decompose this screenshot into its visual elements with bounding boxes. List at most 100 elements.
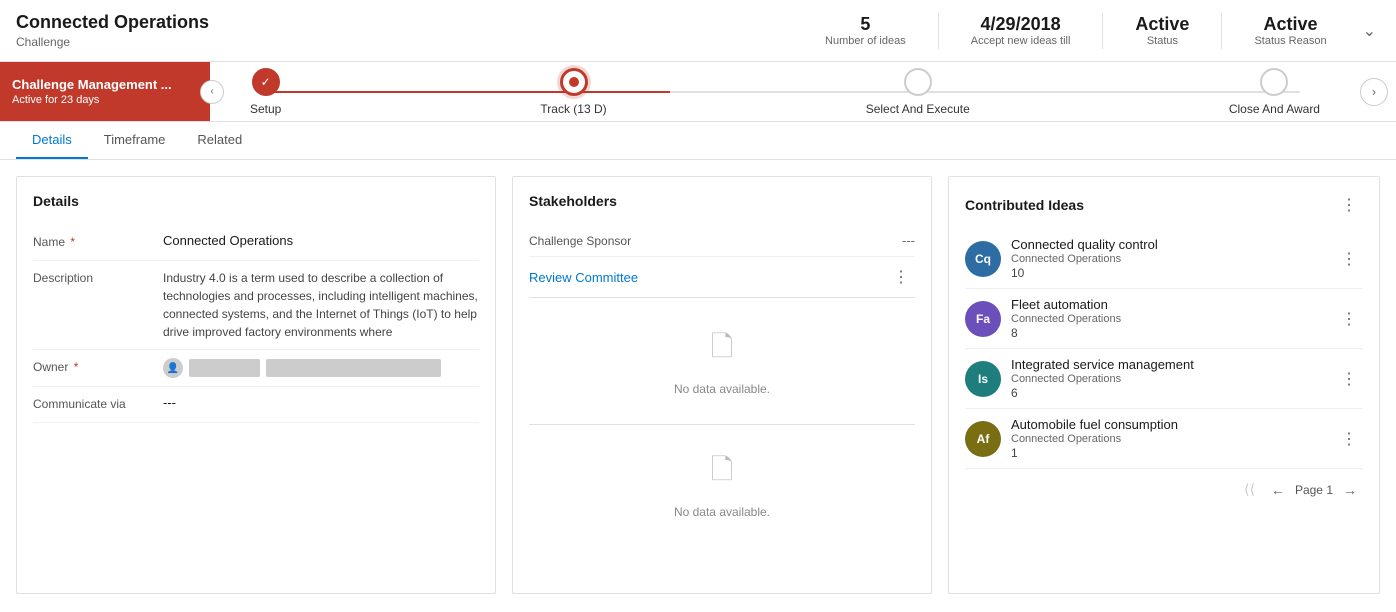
stat-date: 4/29/2018 Accept new ideas till [971,14,1071,47]
main-content: Details Name * Connected Operations Desc… [0,160,1396,610]
owner-row: 👤 FirstName LastName [163,358,479,378]
step-track-circle [560,68,588,96]
tab-details[interactable]: Details [16,122,88,159]
idea-avatar-af: Af [965,421,1001,457]
idea-row-fa: Fa Fleet automation Connected Operations… [965,289,1363,349]
tab-timeframe[interactable]: Timeframe [88,122,182,159]
progress-section: Challenge Management ... Active for 23 d… [0,62,1396,122]
review-committee-more-button[interactable]: ⋮ [887,265,915,289]
sponsor-label: Challenge Sponsor [529,234,631,248]
idea-cq-more-button[interactable]: ⋮ [1335,247,1363,271]
no-data-doc-icon-2: 🗋 [711,449,734,497]
idea-info-cq: Connected quality control Connected Oper… [1011,237,1325,280]
details-panel-title: Details [33,193,479,209]
divider-1 [938,13,939,49]
name-field-row: Name * Connected Operations [33,225,479,261]
review-committee-header: Review Committee ⋮ [529,257,915,298]
description-value: Industry 4.0 is a term used to describe … [163,269,479,341]
date-label: Accept new ideas till [971,35,1071,47]
pagination-page-label: Page 1 [1295,483,1333,497]
idea-title-is: Integrated service management [1011,357,1325,372]
header-stats: 5 Number of ideas 4/29/2018 Accept new i… [825,13,1380,49]
owner-field-row: Owner * 👤 FirstName LastName [33,350,479,387]
communicate-value: --- [163,395,479,410]
ideas-panel-title: Contributed Ideas [965,197,1084,213]
header: Connected Operations Challenge 5 Number … [0,0,1396,62]
idea-row-af: Af Automobile fuel consumption Connected… [965,409,1363,469]
pagination-first-button[interactable]: ⟨⟨ [1238,477,1261,502]
stakeholders-no-data-2: 🗋 No data available. [529,429,915,539]
idea-af-more-button[interactable]: ⋮ [1335,427,1363,451]
step-close-circle [1260,68,1288,96]
review-committee-label: Review Committee [529,270,638,285]
idea-row-is: Is Integrated service management Connect… [965,349,1363,409]
details-panel: Details Name * Connected Operations Desc… [16,176,496,594]
step-setup-circle: ✓ [252,68,280,96]
app-subtitle: Challenge [16,35,825,49]
idea-avatar-fa: Fa [965,301,1001,337]
sponsor-row: Challenge Sponsor --- [529,225,915,257]
idea-title-cq: Connected quality control [1011,237,1325,252]
idea-is-more-button[interactable]: ⋮ [1335,367,1363,391]
stat-status-reason: Active Status Reason [1254,14,1326,47]
step-close-label: Close And Award [1229,102,1320,116]
idea-count-is: 6 [1011,386,1325,400]
owner-label: Owner * [33,358,163,374]
date-value: 4/29/2018 [971,14,1071,35]
banner-next-button[interactable]: › [1360,78,1388,106]
stat-status: Active Status [1135,14,1189,47]
name-required-star: * [70,235,75,249]
step-close[interactable]: Close And Award [1229,68,1320,116]
sponsor-value: --- [902,233,915,248]
idea-info-af: Automobile fuel consumption Connected Op… [1011,417,1325,460]
step-track[interactable]: Track (13 D) [540,68,606,116]
description-field-row: Description Industry 4.0 is a term used … [33,261,479,350]
step-select-label: Select And Execute [866,102,970,116]
divider-3 [1221,13,1222,49]
owner-value: 👤 FirstName LastName [163,358,479,378]
status-reason-label: Status Reason [1254,35,1326,47]
idea-count-cq: 10 [1011,266,1325,280]
owner-name-blurred: FirstName [189,359,260,377]
idea-subtitle-af: Connected Operations [1011,433,1325,445]
communicate-field-row: Communicate via --- [33,387,479,423]
status-label: Status [1135,35,1189,47]
idea-info-fa: Fleet automation Connected Operations 8 [1011,297,1325,340]
step-select[interactable]: Select And Execute [866,68,970,116]
pagination-prev-button[interactable]: ← [1265,478,1291,502]
stakeholders-panel: Stakeholders Challenge Sponsor --- Revie… [512,176,932,594]
idea-subtitle-fa: Connected Operations [1011,313,1325,325]
pagination: ⟨⟨ ← Page 1 → [965,469,1363,502]
description-label: Description [33,269,163,285]
owner-lastname-blurred: LastName [266,359,441,377]
ideas-panel-more-button[interactable]: ⋮ [1335,193,1363,217]
app-title: Connected Operations [16,12,825,33]
step-setup[interactable]: ✓ Setup [250,68,281,116]
no-data-label: No data available. [674,382,770,396]
idea-title-fa: Fleet automation [1011,297,1325,312]
stakeholders-panel-title: Stakeholders [529,193,915,209]
idea-title-af: Automobile fuel consumption [1011,417,1325,432]
idea-subtitle-is: Connected Operations [1011,373,1325,385]
owner-required-star: * [74,360,79,374]
name-value: Connected Operations [163,233,479,248]
status-value: Active [1135,14,1189,35]
steps-container: ✓ Setup Track (13 D) Select And Execute … [210,62,1360,121]
ideas-value: 5 [825,14,906,35]
banner-prev-button[interactable]: ‹ [200,80,224,104]
step-setup-label: Setup [250,102,281,116]
no-data-doc-icon: 🗋 [711,326,734,374]
idea-count-af: 1 [1011,446,1325,460]
idea-subtitle-cq: Connected Operations [1011,253,1325,265]
banner-title: Challenge Management ... [12,77,198,92]
contributed-ideas-panel: Contributed Ideas ⋮ Cq Connected quality… [948,176,1380,594]
pagination-next-button[interactable]: → [1337,478,1363,502]
tab-related[interactable]: Related [181,122,258,159]
header-expand-button[interactable]: ⌄ [1359,17,1380,45]
banner-subtitle: Active for 23 days [12,94,198,106]
challenge-banner: Challenge Management ... Active for 23 d… [0,62,210,121]
idea-avatar-cq: Cq [965,241,1001,277]
idea-fa-more-button[interactable]: ⋮ [1335,307,1363,331]
ideas-label: Number of ideas [825,35,906,47]
no-data-label-2: No data available. [674,505,770,519]
